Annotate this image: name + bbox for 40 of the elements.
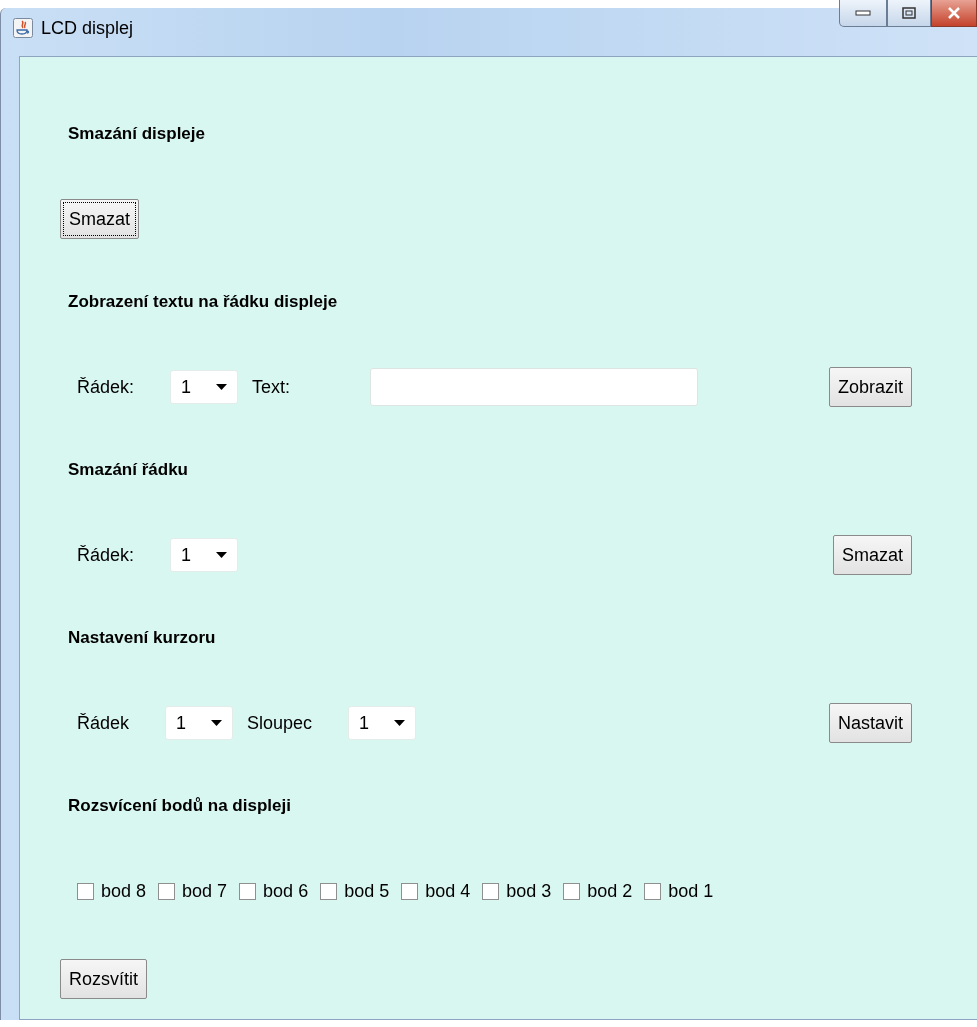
checkbox[interactable]: bod 1 (644, 880, 714, 902)
close-icon (947, 7, 961, 19)
dropdown[interactable]: 1 (170, 370, 239, 404)
field-label: Řádek: (77, 544, 135, 566)
button[interactable]: Nastavit (828, 703, 912, 743)
field-label: Řádek: (77, 376, 135, 398)
button[interactable]: Zobrazit (828, 367, 912, 407)
minimize-icon (855, 10, 871, 16)
button[interactable]: Rozsvítit (60, 959, 147, 999)
checkbox[interactable]: bod 4 (401, 880, 471, 902)
section-heading: Smazání displeje (67, 123, 206, 145)
button[interactable]: Smazat (60, 199, 140, 239)
dropdown[interactable]: 1 (170, 538, 239, 572)
checkbox[interactable]: bod 6 (239, 880, 309, 902)
caret-icon (394, 720, 406, 726)
maximize-icon (902, 7, 916, 19)
checkbox[interactable]: bod 3 (482, 880, 552, 902)
app-icon (13, 18, 33, 38)
dropdown[interactable]: 1 (348, 706, 417, 740)
button[interactable]: Smazat (832, 535, 912, 575)
minimize-button[interactable] (839, 0, 887, 27)
dropdown[interactable]: 1 (165, 706, 234, 740)
checkbox[interactable]: bod 7 (158, 880, 228, 902)
field-label: Řádek (77, 712, 130, 734)
text-field[interactable] (370, 368, 699, 406)
field-label: Text: (252, 376, 291, 398)
checkbox[interactable]: bod 2 (563, 880, 633, 902)
checkbox[interactable]: bod 5 (320, 880, 390, 902)
section-heading: Zobrazení textu na řádku displeje (67, 291, 339, 313)
field-label: Sloupec (247, 712, 313, 734)
section-heading: Rozsvícení bodů na displeji (67, 795, 292, 817)
close-button[interactable] (931, 0, 977, 27)
maximize-button[interactable] (887, 0, 931, 27)
section-heading: Nastavení kurzoru (67, 627, 217, 649)
caret-icon (216, 552, 228, 558)
checkbox[interactable]: bod 8 (77, 880, 147, 902)
caret-icon (216, 384, 228, 390)
caret-icon (211, 720, 223, 726)
section-heading: Smazání řádku (67, 459, 189, 481)
window-title: LCD displej (41, 17, 134, 39)
